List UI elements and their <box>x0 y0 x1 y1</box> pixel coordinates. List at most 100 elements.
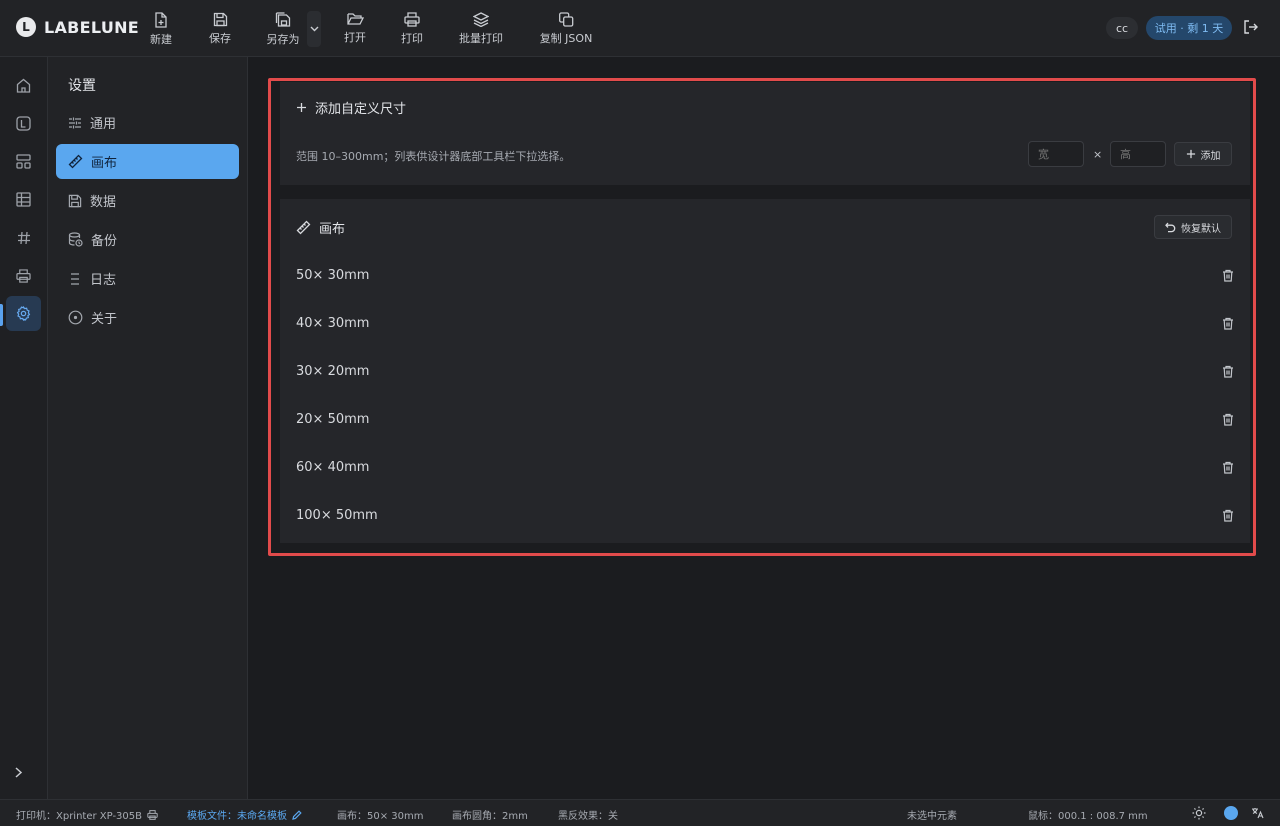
canvas-list-title: 画布 <box>296 218 345 237</box>
undo-icon <box>1165 222 1176 232</box>
trial-badge[interactable]: 试用 · 剩 1 天 <box>1146 16 1232 40</box>
height-input[interactable] <box>1110 141 1166 167</box>
sidebar-item-backup[interactable]: 备份 <box>56 222 239 257</box>
printer-icon <box>16 268 31 283</box>
add-size-button[interactable]: 添加 <box>1174 142 1232 166</box>
delete-size-button[interactable] <box>1222 317 1234 330</box>
delete-size-button[interactable] <box>1222 269 1234 282</box>
canvas-size-label: 100× 50mm <box>296 507 378 523</box>
reset-default-button[interactable]: 恢复默认 <box>1154 215 1232 239</box>
sidebar-item-label: 通用 <box>90 117 117 132</box>
template-status[interactable]: 模板文件： 未命名模板 <box>187 807 302 822</box>
trash-icon <box>1223 509 1233 522</box>
delete-size-button[interactable] <box>1222 365 1234 378</box>
rail-active-indicator <box>0 304 3 326</box>
list-item: 30× 20mm <box>296 347 1234 395</box>
app-logo: L LABELUNE <box>16 17 139 37</box>
reset-default-label: 恢复默认 <box>1181 223 1221 235</box>
printer-status-text: 打印机：Xprinter XP-305B <box>16 811 143 822</box>
custom-size-card: 添加自定义尺寸 范围 10–300mm；列表供设计器底部工具栏下拉选择。 × 添… <box>280 82 1250 185</box>
save-as-label: 另存为 <box>266 33 300 46</box>
new-file-icon <box>155 12 167 28</box>
delete-size-button[interactable] <box>1222 413 1234 426</box>
layout-icon <box>16 154 31 169</box>
sliders-icon <box>69 117 81 128</box>
canvas-size-label: 20× 50mm <box>296 411 370 427</box>
custom-size-hint: 范围 10–300mm；列表供设计器底部工具栏下拉选择。 <box>296 150 571 163</box>
open-label: 打开 <box>344 31 366 44</box>
save-icon <box>213 12 227 27</box>
batch-print-button[interactable]: 批量打印 <box>459 12 503 46</box>
printer-icon <box>404 12 420 27</box>
ruler-icon <box>296 220 311 235</box>
rail-table[interactable] <box>6 182 41 217</box>
print-button[interactable]: 打印 <box>401 12 423 46</box>
label-logo-icon <box>16 116 31 131</box>
save-as-dropdown[interactable] <box>307 11 321 47</box>
icon-rail <box>0 57 48 799</box>
template-name: 未命名模板 <box>237 811 287 822</box>
printer-icon <box>147 809 158 820</box>
database-save-icon <box>68 194 82 207</box>
theme-toggle[interactable] <box>1192 806 1206 820</box>
list-item: 50× 30mm <box>296 251 1234 299</box>
plus-icon <box>1186 149 1195 159</box>
pencil-icon <box>292 809 302 820</box>
template-label: 模板文件： <box>187 811 237 822</box>
sidebar-item-label: 画布 <box>91 156 118 171</box>
logout-button[interactable] <box>1243 20 1258 34</box>
print-label: 打印 <box>401 32 423 45</box>
open-button[interactable]: 打开 <box>344 12 366 45</box>
copy-icon <box>558 12 574 27</box>
accent-color-dot[interactable] <box>1224 806 1238 820</box>
new-button[interactable]: 新建 <box>150 12 172 47</box>
list-item: 20× 50mm <box>296 395 1234 443</box>
delete-size-button[interactable] <box>1222 461 1234 474</box>
save-as-button[interactable]: 另存为 <box>267 12 300 47</box>
list-item: 100× 50mm <box>296 491 1234 539</box>
custom-size-title: 添加自定义尺寸 <box>296 98 406 117</box>
hash-icon <box>17 231 30 244</box>
printer-status[interactable]: 打印机：Xprinter XP-305B <box>16 807 158 822</box>
sidebar-item-label: 备份 <box>91 234 118 249</box>
width-input[interactable] <box>1028 141 1084 167</box>
rail-expand-button[interactable] <box>14 767 23 778</box>
list-icon <box>71 272 79 285</box>
rail-layout[interactable] <box>6 144 41 179</box>
trash-icon <box>1223 269 1233 282</box>
chevron-down-icon <box>310 26 318 32</box>
plus-icon <box>297 103 306 112</box>
sidebar-item-data[interactable]: 数据 <box>56 183 239 218</box>
rail-printer[interactable] <box>6 258 41 293</box>
rail-home[interactable] <box>6 68 41 103</box>
sidebar-item-general[interactable]: 通用 <box>56 105 239 140</box>
invert-status: 黑反效果：关 <box>558 811 618 822</box>
home-icon <box>16 78 31 93</box>
rail-settings[interactable] <box>6 296 41 331</box>
sun-icon <box>1192 806 1206 820</box>
add-size-label: 添加 <box>1200 150 1221 162</box>
rail-templates[interactable] <box>6 106 41 141</box>
new-label: 新建 <box>150 33 172 46</box>
delete-size-button[interactable] <box>1222 509 1234 522</box>
canvas-size-card: 画布 恢复默认 50× 30mm 40× 30mm 30× 20mm 20× 5… <box>280 199 1250 543</box>
canvas-size-label: 50× 30mm <box>296 267 370 283</box>
save-button[interactable]: 保存 <box>209 12 231 46</box>
canvas-status: 画布：50× 30mm <box>337 811 424 822</box>
trash-icon <box>1223 461 1233 474</box>
save-label: 保存 <box>209 32 231 45</box>
trash-icon <box>1223 317 1233 330</box>
language-toggle[interactable] <box>1251 807 1264 819</box>
ruler-icon <box>68 154 83 169</box>
sidebar-item-canvas[interactable]: 画布 <box>56 144 239 179</box>
translate-icon <box>1252 808 1264 819</box>
canvas-size-label: 30× 20mm <box>296 363 370 379</box>
user-avatar[interactable]: cc <box>1106 17 1138 39</box>
copy-json-button[interactable]: 复制 JSON <box>540 12 592 46</box>
sidebar-item-logs[interactable]: 日志 <box>56 261 239 296</box>
gear-icon <box>16 306 31 321</box>
sidebar-item-about[interactable]: 关于 <box>56 300 239 335</box>
cursor-status: 鼠标：000.1 : 008.7 mm <box>1028 811 1148 822</box>
sidebar-item-label: 关于 <box>91 312 118 327</box>
rail-numbering[interactable] <box>6 220 41 255</box>
